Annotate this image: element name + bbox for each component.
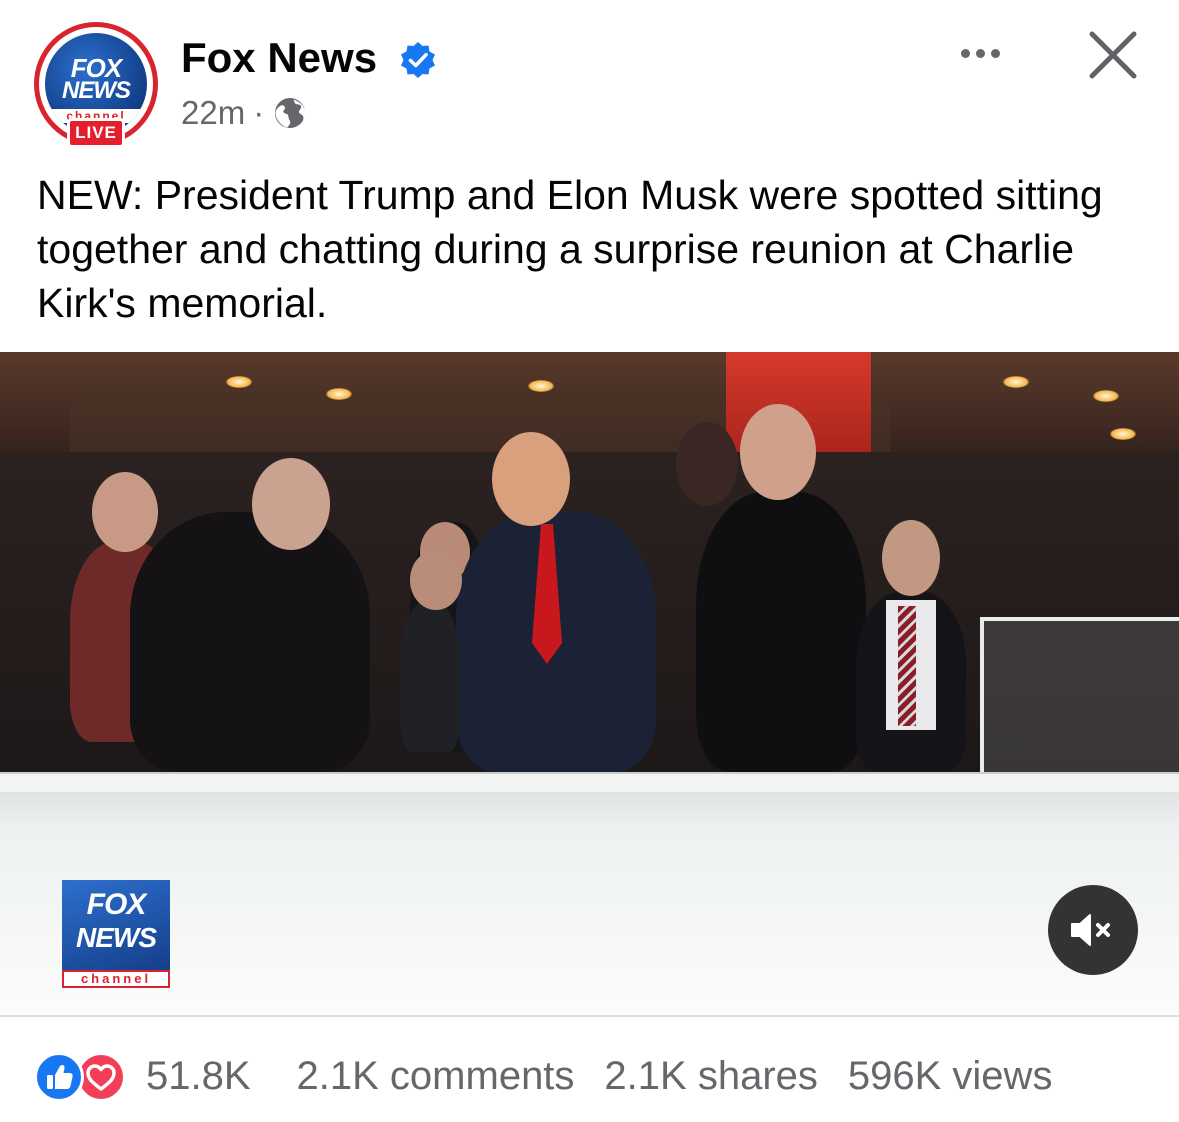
ceiling-light bbox=[326, 388, 352, 400]
meta-separator: · bbox=[253, 94, 265, 131]
post-header: FOX NEWS channel LIVE Fox News 22m · bbox=[0, 0, 1179, 160]
post-text: NEW: President Trump and Elon Musk were … bbox=[37, 172, 1103, 326]
spectator-head bbox=[92, 472, 158, 552]
ceiling-light bbox=[1003, 376, 1029, 388]
divider bbox=[0, 1015, 1179, 1017]
striped-tie bbox=[898, 606, 916, 726]
spectator-head bbox=[882, 520, 940, 596]
reaction-count[interactable]: 51.8K bbox=[146, 1054, 251, 1099]
live-badge: LIVE bbox=[67, 118, 125, 148]
unmute-button[interactable] bbox=[1048, 885, 1138, 975]
watermark-news-text: NEWS bbox=[76, 922, 157, 953]
engagement-bar: 51.8K 2.1K comments 2.1K shares 596K vie… bbox=[34, 1048, 1154, 1104]
video-player[interactable]: FOX NEWS channel bbox=[0, 352, 1179, 1016]
ceiling-light bbox=[226, 376, 252, 388]
watermark-fox-text: FOX bbox=[86, 888, 147, 921]
views-count: 596K views bbox=[847, 1053, 1053, 1098]
floor-surface bbox=[0, 828, 1179, 1016]
ceiling-light bbox=[1110, 428, 1136, 440]
fox-news-watermark: FOX NEWS channel bbox=[58, 880, 172, 988]
more-dot bbox=[990, 48, 1000, 58]
more-dot bbox=[960, 48, 970, 58]
logo-news-text: NEWS bbox=[62, 77, 131, 104]
suite-ledge bbox=[0, 792, 1179, 828]
spectator bbox=[130, 512, 370, 772]
comments-count[interactable]: 2.1K comments bbox=[297, 1054, 575, 1099]
globe-icon bbox=[275, 98, 306, 128]
spectator-head bbox=[740, 404, 816, 500]
spectator-head bbox=[676, 422, 738, 506]
shares-count[interactable]: 2.1K shares bbox=[604, 1054, 817, 1099]
more-dot bbox=[975, 48, 985, 58]
suite-railing bbox=[0, 772, 1179, 794]
ceiling-light bbox=[1093, 390, 1119, 402]
thumbs-up-shape bbox=[47, 1064, 73, 1089]
watermark-channel-text: channel bbox=[62, 970, 170, 988]
speaker-muted-icon bbox=[1071, 914, 1110, 946]
spectator bbox=[696, 492, 866, 772]
spectator bbox=[400, 602, 460, 752]
post-meta: 22m · bbox=[181, 94, 308, 132]
verified-badge-icon bbox=[401, 42, 435, 78]
spectator-head bbox=[252, 458, 330, 550]
glass-partition bbox=[980, 617, 1179, 782]
more-options-button[interactable] bbox=[950, 30, 1010, 76]
reactions-summary[interactable] bbox=[34, 1048, 134, 1104]
page-avatar[interactable]: FOX NEWS channel LIVE bbox=[34, 22, 158, 152]
spectator-head bbox=[410, 550, 462, 610]
page-name[interactable]: Fox News bbox=[181, 34, 377, 82]
ceiling-light bbox=[528, 380, 554, 392]
spectator-head bbox=[492, 432, 570, 526]
like-reaction-icon bbox=[34, 1052, 84, 1102]
post-time[interactable]: 22m bbox=[181, 94, 245, 132]
heart-shape bbox=[86, 1064, 116, 1091]
close-icon[interactable] bbox=[1084, 26, 1142, 84]
